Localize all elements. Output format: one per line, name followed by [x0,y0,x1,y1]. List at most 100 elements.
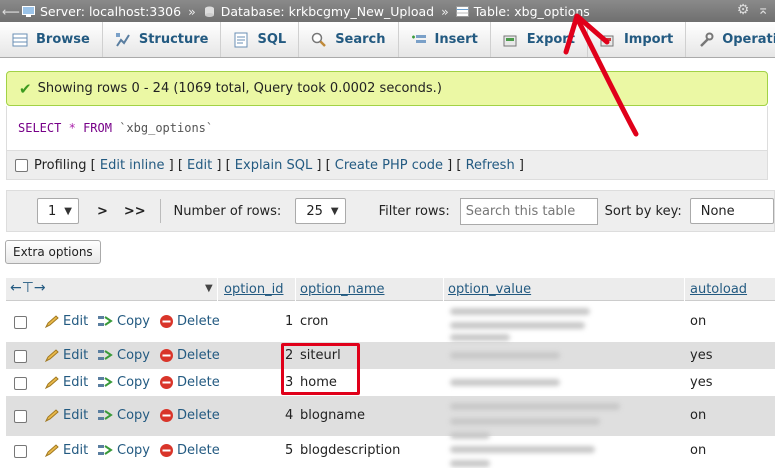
option-id-cell: 5 [285,443,294,458]
browse-icon [12,33,28,46]
sort-select[interactable]: None [689,198,774,224]
redacted-option-value [450,334,510,341]
redacted-option-value [450,308,590,315]
edit-inline-link[interactable]: Edit inline [100,158,165,173]
breadcrumb-server-label: Server: localhost:3306 [40,3,182,19]
copy-row-button[interactable]: Copy [97,314,150,329]
edit-row-button[interactable]: Edit [44,408,88,423]
tab-structure[interactable]: Structure [103,22,222,57]
filter-input[interactable]: Search this table [459,197,598,225]
redacted-option-value [450,460,490,467]
delete-row-button[interactable]: Delete [159,443,220,458]
table-icon [455,5,469,17]
last-page-button[interactable]: >> [124,204,146,219]
sql-keyword: SELECT [18,121,62,135]
row-checkbox[interactable] [14,445,27,458]
redacted-option-value [450,418,600,425]
column-option-id[interactable]: option_id [224,282,283,297]
option-id-cell: 4 [285,408,294,423]
sort-label: Sort by key: [604,203,682,219]
sql-icon [234,32,248,47]
edit-row-button[interactable]: Edit [44,375,88,390]
export-icon [503,35,517,46]
autoload-cell: yes [690,348,713,363]
row-checkbox[interactable] [14,377,27,390]
delete-row-button[interactable]: Delete [159,348,220,363]
tab-browse[interactable]: Browse [0,22,103,57]
column-option-name[interactable]: option_name [300,282,384,297]
copy-row-button[interactable]: Copy [97,408,150,423]
create-php-link[interactable]: Create PHP code [335,158,443,173]
explain-sql-link[interactable]: Explain SQL [235,158,312,173]
copy-row-button[interactable]: Copy [97,348,150,363]
delete-row-button[interactable]: Delete [159,314,220,329]
profiling-checkbox[interactable] [15,158,28,172]
column-autoload[interactable]: autoload [690,282,747,297]
extra-options-button[interactable]: Extra options [5,240,101,264]
column-resize-arrows-icon[interactable]: ←⊤→ [10,280,46,296]
sql-query-box: SELECT * FROM `xbg_options` [6,106,768,150]
settings-gear-icon[interactable]: ⚙ [737,2,750,18]
column-option-value[interactable]: option_value [448,282,531,297]
copy-row-button[interactable]: Copy [97,375,150,390]
row-checkbox[interactable] [14,350,27,363]
autoload-cell: on [690,314,707,329]
row-checkbox[interactable] [14,410,27,423]
pencil-icon [44,408,59,422]
copy-icon [98,445,113,455]
chevron-down-icon: ▼ [330,205,339,217]
breadcrumb-table[interactable]: Table: xbg_options [455,3,590,19]
table-row: Edit Copy Delete 4 blogname on [6,396,775,436]
tab-insert[interactable]: Insert [399,22,491,57]
delete-row-button[interactable]: Delete [159,375,220,390]
tab-import[interactable]: Import [588,22,687,57]
autoload-cell: on [690,443,707,458]
row-checkbox[interactable] [14,316,27,329]
page-select[interactable]: 1 ▼ [37,198,79,224]
sort-arrow-icon[interactable]: ▼ [205,283,213,294]
delete-icon [160,376,173,389]
chevron-down-icon: ▼ [64,205,72,217]
table-row: Edit Copy Delete 2 siteurl yes [6,342,775,369]
structure-icon [115,32,130,47]
option-name-cell: blogdescription [300,443,401,458]
tab-export[interactable]: Export [491,22,588,57]
delete-icon [160,409,173,422]
pencil-icon [44,443,59,457]
breadcrumb-server[interactable]: Server: localhost:3306 [22,4,181,19]
checkmark-icon: ✔ [19,79,32,98]
copy-row-button[interactable]: Copy [97,443,150,458]
next-page-button[interactable]: > [97,204,108,219]
tab-sql[interactable]: SQL [221,22,300,57]
collapse-arrow-icon[interactable]: ⟵ [0,4,22,19]
rows-select[interactable]: 25 ▼ [295,198,346,224]
operations-icon [700,32,714,47]
copy-icon [98,350,113,360]
collapse-icon[interactable]: ⌅ [757,2,769,18]
edit-link[interactable]: Edit [187,158,212,173]
option-name-cell: cron [300,314,329,329]
search-icon [311,32,327,47]
navigation-bar: 1 ▼ > >> Number of rows: 25 ▼ Filter rows:… [6,190,775,232]
tab-bar: Browse Structure SQL Search Insert Expor… [0,22,775,58]
sql-operator: * [68,121,76,135]
autoload-cell: yes [690,375,713,390]
tab-operations[interactable]: Operations [686,22,775,57]
tab-search[interactable]: Search [299,22,399,57]
option-id-cell: 1 [285,314,294,329]
profiling-label: Profiling [34,157,87,173]
refresh-link[interactable]: Refresh [466,158,515,173]
breadcrumb-table-label: Table: xbg_options [473,3,590,19]
breadcrumb-database[interactable]: Database: krkbcgmy_New_Upload [203,4,434,19]
pencil-icon [44,314,59,328]
copy-icon [98,410,113,420]
edit-row-button[interactable]: Edit [44,443,88,458]
edit-row-button[interactable]: Edit [44,348,88,363]
pencil-icon [44,348,59,362]
redacted-option-value [450,379,560,386]
copy-icon [98,377,113,387]
delete-row-button[interactable]: Delete [159,408,220,423]
delete-icon [160,315,173,328]
edit-row-button[interactable]: Edit [44,314,88,329]
autoload-cell: on [690,408,707,423]
